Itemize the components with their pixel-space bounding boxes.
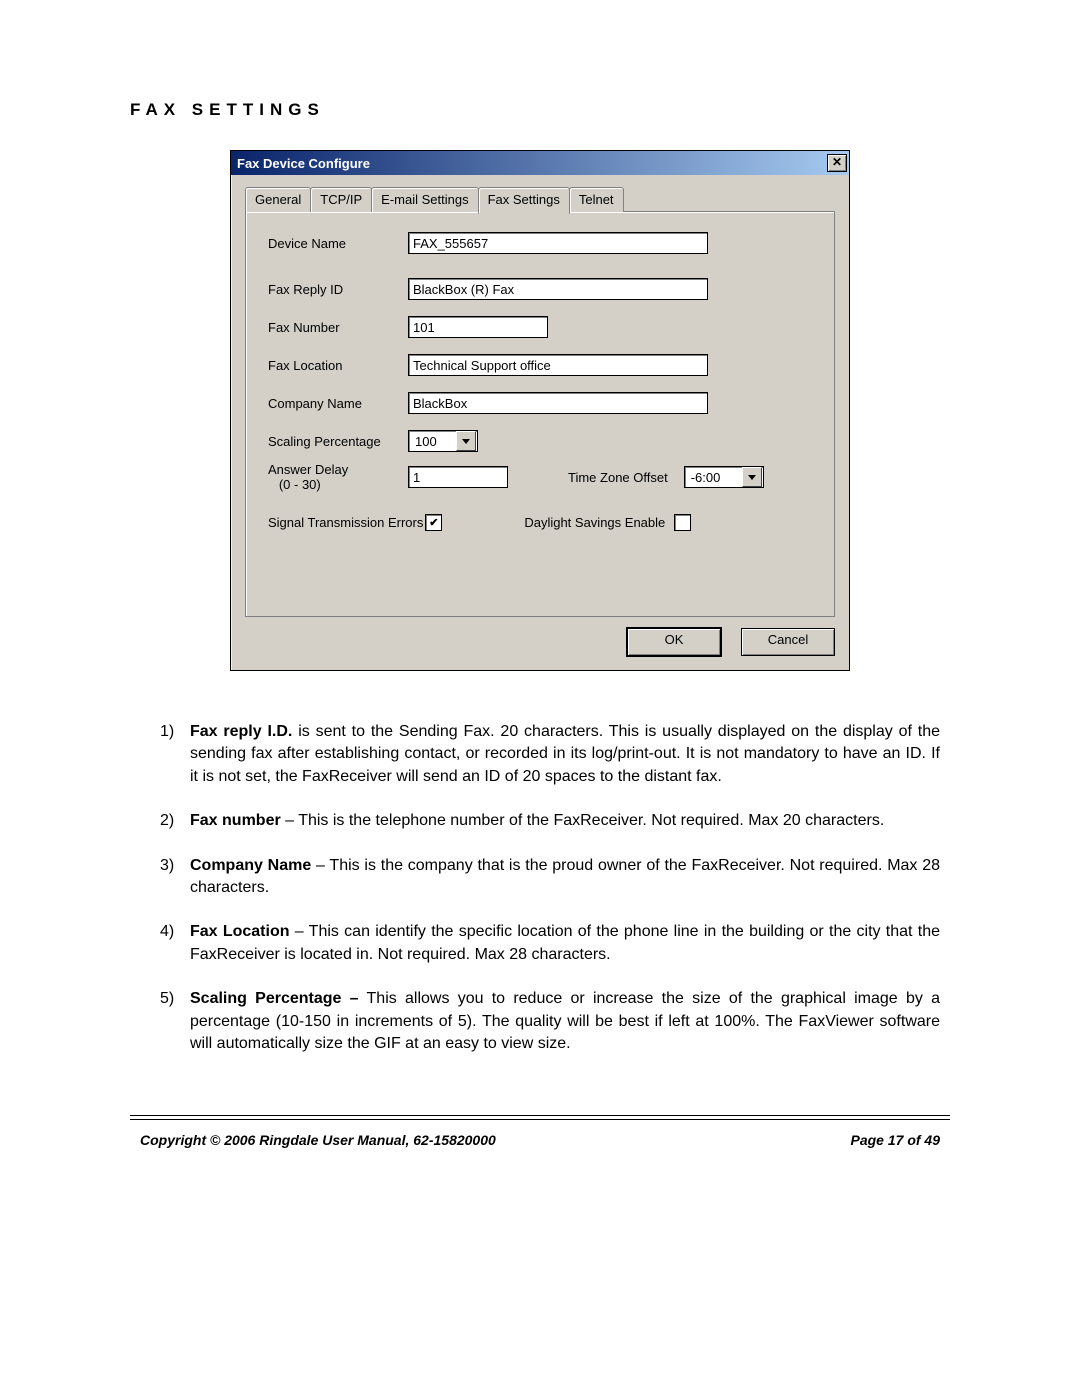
- scaling-percentage-select[interactable]: 100: [408, 430, 478, 452]
- timezone-offset-select[interactable]: -6:00: [684, 466, 764, 488]
- label-fax-number: Fax Number: [268, 320, 408, 335]
- ok-button[interactable]: OK: [627, 628, 721, 656]
- cancel-button[interactable]: Cancel: [741, 628, 835, 656]
- description-item: 3) Company Name – This is the company th…: [190, 855, 950, 900]
- dialog-title: Fax Device Configure: [237, 156, 370, 171]
- tab-fax-settings[interactable]: Fax Settings: [478, 187, 570, 214]
- timezone-offset-value: -6:00: [689, 470, 741, 485]
- fax-configure-dialog: Fax Device Configure ✕ General TCP/IP E-…: [230, 150, 850, 671]
- daylight-savings-checkbox[interactable]: [674, 514, 691, 531]
- label-fax-reply-id: Fax Reply ID: [268, 282, 408, 297]
- close-button[interactable]: ✕: [827, 154, 847, 172]
- close-icon: ✕: [832, 155, 842, 169]
- tab-general[interactable]: General: [245, 187, 311, 212]
- company-name-input[interactable]: [408, 392, 708, 414]
- signal-errors-checkbox[interactable]: ✔: [425, 514, 442, 531]
- answer-delay-input[interactable]: [408, 466, 508, 488]
- tab-email-settings[interactable]: E-mail Settings: [371, 187, 478, 212]
- description-item: 1) Fax reply I.D. is sent to the Sending…: [190, 721, 950, 788]
- checkmark-icon: ✔: [429, 516, 438, 529]
- footer-left: Copyright © 2006 Ringdale User Manual, 6…: [140, 1132, 496, 1148]
- description-item: 2) Fax number – This is the telephone nu…: [190, 810, 950, 832]
- scaling-percentage-value: 100: [413, 434, 455, 449]
- label-timezone-offset: Time Zone Offset: [568, 470, 668, 485]
- label-fax-location: Fax Location: [268, 358, 408, 373]
- fax-location-input[interactable]: [408, 354, 708, 376]
- tab-strip: General TCP/IP E-mail Settings Fax Setti…: [245, 187, 835, 212]
- fax-number-input[interactable]: [408, 316, 548, 338]
- page-footer: Copyright © 2006 Ringdale User Manual, 6…: [130, 1132, 950, 1148]
- label-daylight-savings: Daylight Savings Enable: [524, 515, 665, 530]
- tab-panel: Device Name Fax Reply ID Fax Number Fax …: [245, 211, 835, 617]
- label-signal-errors: Signal Transmission Errors: [268, 515, 423, 530]
- label-device-name: Device Name: [268, 236, 408, 251]
- page-heading: FAX SETTINGS: [130, 100, 950, 120]
- dialog-titlebar: Fax Device Configure ✕: [231, 151, 849, 175]
- label-scaling-percentage: Scaling Percentage: [268, 434, 408, 449]
- description-list: 1) Fax reply I.D. is sent to the Sending…: [130, 721, 950, 1055]
- tab-tcpip[interactable]: TCP/IP: [310, 187, 372, 212]
- chevron-down-icon: [456, 431, 476, 451]
- footer-right: Page 17 of 49: [851, 1132, 941, 1148]
- label-answer-delay: Answer Delay (0 - 30): [268, 462, 408, 492]
- device-name-input[interactable]: [408, 232, 708, 254]
- chevron-down-icon: [742, 467, 762, 487]
- tab-telnet[interactable]: Telnet: [569, 187, 624, 212]
- description-item: 5) Scaling Percentage – This allows you …: [190, 988, 950, 1055]
- label-company-name: Company Name: [268, 396, 408, 411]
- fax-reply-id-input[interactable]: [408, 278, 708, 300]
- footer-separator: [130, 1115, 950, 1120]
- description-item: 4) Fax Location – This can identify the …: [190, 921, 950, 966]
